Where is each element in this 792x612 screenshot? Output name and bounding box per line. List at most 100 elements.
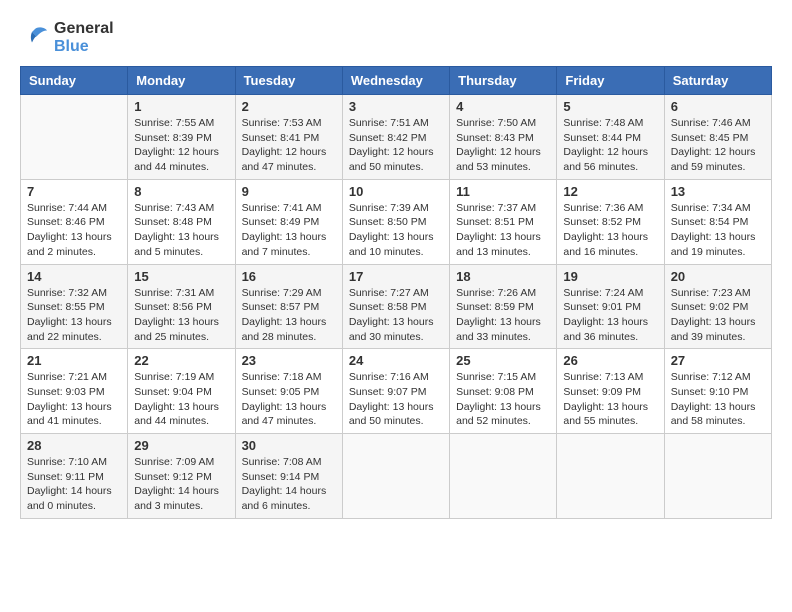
- calendar-cell: 21 Sunrise: 7:21 AM Sunset: 9:03 PM Dayli…: [21, 349, 128, 434]
- calendar-cell: 5 Sunrise: 7:48 AM Sunset: 8:44 PM Daylig…: [557, 95, 664, 180]
- day-info: Sunrise: 7:44 AM Sunset: 8:46 PM Dayligh…: [27, 201, 121, 260]
- calendar-cell: 13 Sunrise: 7:34 AM Sunset: 8:54 PM Dayli…: [664, 179, 771, 264]
- day-info: Sunrise: 7:37 AM Sunset: 8:51 PM Dayligh…: [456, 201, 550, 260]
- day-info: Sunrise: 7:23 AM Sunset: 9:02 PM Dayligh…: [671, 286, 765, 345]
- day-info: Sunrise: 7:31 AM Sunset: 8:56 PM Dayligh…: [134, 286, 228, 345]
- day-info: Sunrise: 7:46 AM Sunset: 8:45 PM Dayligh…: [671, 116, 765, 175]
- weekday-header: Tuesday: [235, 67, 342, 95]
- day-number: 30: [242, 438, 336, 453]
- day-number: 7: [27, 184, 121, 199]
- weekday-header: Friday: [557, 67, 664, 95]
- day-number: 6: [671, 99, 765, 114]
- weekday-header: Sunday: [21, 67, 128, 95]
- calendar-table: SundayMondayTuesdayWednesdayThursdayFrid…: [20, 66, 772, 519]
- day-info: Sunrise: 7:26 AM Sunset: 8:59 PM Dayligh…: [456, 286, 550, 345]
- day-number: 25: [456, 353, 550, 368]
- day-info: Sunrise: 7:16 AM Sunset: 9:07 PM Dayligh…: [349, 370, 443, 429]
- calendar-cell: 23 Sunrise: 7:18 AM Sunset: 9:05 PM Dayli…: [235, 349, 342, 434]
- day-number: 8: [134, 184, 228, 199]
- calendar-cell: 12 Sunrise: 7:36 AM Sunset: 8:52 PM Dayli…: [557, 179, 664, 264]
- day-info: Sunrise: 7:12 AM Sunset: 9:10 PM Dayligh…: [671, 370, 765, 429]
- day-info: Sunrise: 7:19 AM Sunset: 9:04 PM Dayligh…: [134, 370, 228, 429]
- calendar-cell: 19 Sunrise: 7:24 AM Sunset: 9:01 PM Dayli…: [557, 264, 664, 349]
- day-info: Sunrise: 7:13 AM Sunset: 9:09 PM Dayligh…: [563, 370, 657, 429]
- day-info: Sunrise: 7:43 AM Sunset: 8:48 PM Dayligh…: [134, 201, 228, 260]
- day-info: Sunrise: 7:27 AM Sunset: 8:58 PM Dayligh…: [349, 286, 443, 345]
- day-info: Sunrise: 7:32 AM Sunset: 8:55 PM Dayligh…: [27, 286, 121, 345]
- day-number: 15: [134, 269, 228, 284]
- calendar-week-row: 7 Sunrise: 7:44 AM Sunset: 8:46 PM Daylig…: [21, 179, 772, 264]
- day-number: 18: [456, 269, 550, 284]
- calendar-cell: 10 Sunrise: 7:39 AM Sunset: 8:50 PM Dayli…: [342, 179, 449, 264]
- day-info: Sunrise: 7:29 AM Sunset: 8:57 PM Dayligh…: [242, 286, 336, 345]
- calendar-cell: [21, 95, 128, 180]
- calendar-cell: 7 Sunrise: 7:44 AM Sunset: 8:46 PM Daylig…: [21, 179, 128, 264]
- calendar-week-row: 1 Sunrise: 7:55 AM Sunset: 8:39 PM Daylig…: [21, 95, 772, 180]
- calendar-week-row: 28Sunrise: 7:10 AM Sunset: 9:11 PM Dayli…: [21, 434, 772, 519]
- day-number: 17: [349, 269, 443, 284]
- day-info: Sunrise: 7:24 AM Sunset: 9:01 PM Dayligh…: [563, 286, 657, 345]
- calendar-cell: [664, 434, 771, 519]
- logo-icon: [20, 23, 50, 53]
- calendar-cell: 24Sunrise: 7:16 AM Sunset: 9:07 PM Dayli…: [342, 349, 449, 434]
- logo: General Blue: [20, 20, 114, 56]
- day-number: 1: [134, 99, 228, 114]
- calendar-cell: 1 Sunrise: 7:55 AM Sunset: 8:39 PM Daylig…: [128, 95, 235, 180]
- weekday-header: Thursday: [450, 67, 557, 95]
- page-header: General Blue: [20, 20, 772, 56]
- day-number: 22: [134, 353, 228, 368]
- calendar-cell: 22 Sunrise: 7:19 AM Sunset: 9:04 PM Dayli…: [128, 349, 235, 434]
- calendar-cell: 18 Sunrise: 7:26 AM Sunset: 8:59 PM Dayli…: [450, 264, 557, 349]
- weekday-header: Wednesday: [342, 67, 449, 95]
- calendar-cell: 17 Sunrise: 7:27 AM Sunset: 8:58 PM Dayli…: [342, 264, 449, 349]
- day-info: Sunrise: 7:50 AM Sunset: 8:43 PM Dayligh…: [456, 116, 550, 175]
- calendar-cell: 11 Sunrise: 7:37 AM Sunset: 8:51 PM Dayli…: [450, 179, 557, 264]
- day-number: 4: [456, 99, 550, 114]
- day-number: 5: [563, 99, 657, 114]
- day-number: 11: [456, 184, 550, 199]
- day-info: Sunrise: 7:41 AM Sunset: 8:49 PM Dayligh…: [242, 201, 336, 260]
- day-number: 20: [671, 269, 765, 284]
- calendar-cell: 14 Sunrise: 7:32 AM Sunset: 8:55 PM Dayli…: [21, 264, 128, 349]
- calendar-cell: 30 Sunrise: 7:08 AM Sunset: 9:14 PM Dayli…: [235, 434, 342, 519]
- day-number: 14: [27, 269, 121, 284]
- day-info: Sunrise: 7:08 AM Sunset: 9:14 PM Dayligh…: [242, 455, 336, 514]
- day-number: 16: [242, 269, 336, 284]
- day-info: Sunrise: 7:48 AM Sunset: 8:44 PM Dayligh…: [563, 116, 657, 175]
- calendar-cell: [450, 434, 557, 519]
- day-number: 10: [349, 184, 443, 199]
- calendar-cell: 6 Sunrise: 7:46 AM Sunset: 8:45 PM Daylig…: [664, 95, 771, 180]
- day-info: Sunrise: 7:39 AM Sunset: 8:50 PM Dayligh…: [349, 201, 443, 260]
- day-info: Sunrise: 7:53 AM Sunset: 8:41 PM Dayligh…: [242, 116, 336, 175]
- day-info: Sunrise: 7:09 AM Sunset: 9:12 PM Dayligh…: [134, 455, 228, 514]
- day-number: 29: [134, 438, 228, 453]
- day-number: 2: [242, 99, 336, 114]
- day-number: 23: [242, 353, 336, 368]
- day-info: Sunrise: 7:15 AM Sunset: 9:08 PM Dayligh…: [456, 370, 550, 429]
- calendar-cell: 16 Sunrise: 7:29 AM Sunset: 8:57 PM Dayli…: [235, 264, 342, 349]
- day-number: 21: [27, 353, 121, 368]
- calendar-cell: 8 Sunrise: 7:43 AM Sunset: 8:48 PM Daylig…: [128, 179, 235, 264]
- calendar-cell: 20 Sunrise: 7:23 AM Sunset: 9:02 PM Dayli…: [664, 264, 771, 349]
- day-number: 27: [671, 353, 765, 368]
- weekday-header-row: SundayMondayTuesdayWednesdayThursdayFrid…: [21, 67, 772, 95]
- day-number: 3: [349, 99, 443, 114]
- day-info: Sunrise: 7:34 AM Sunset: 8:54 PM Dayligh…: [671, 201, 765, 260]
- logo-text: General Blue: [54, 20, 114, 56]
- calendar-cell: [557, 434, 664, 519]
- day-info: Sunrise: 7:21 AM Sunset: 9:03 PM Dayligh…: [27, 370, 121, 429]
- day-number: 26: [563, 353, 657, 368]
- weekday-header: Monday: [128, 67, 235, 95]
- day-number: 13: [671, 184, 765, 199]
- calendar-cell: 27 Sunrise: 7:12 AM Sunset: 9:10 PM Dayli…: [664, 349, 771, 434]
- day-info: Sunrise: 7:18 AM Sunset: 9:05 PM Dayligh…: [242, 370, 336, 429]
- day-number: 19: [563, 269, 657, 284]
- calendar-cell: 15 Sunrise: 7:31 AM Sunset: 8:56 PM Dayli…: [128, 264, 235, 349]
- day-info: Sunrise: 7:36 AM Sunset: 8:52 PM Dayligh…: [563, 201, 657, 260]
- calendar-cell: 4 Sunrise: 7:50 AM Sunset: 8:43 PM Daylig…: [450, 95, 557, 180]
- day-info: Sunrise: 7:55 AM Sunset: 8:39 PM Dayligh…: [134, 116, 228, 175]
- weekday-header: Saturday: [664, 67, 771, 95]
- calendar-cell: [342, 434, 449, 519]
- day-number: 12: [563, 184, 657, 199]
- calendar-cell: 3Sunrise: 7:51 AM Sunset: 8:42 PM Daylig…: [342, 95, 449, 180]
